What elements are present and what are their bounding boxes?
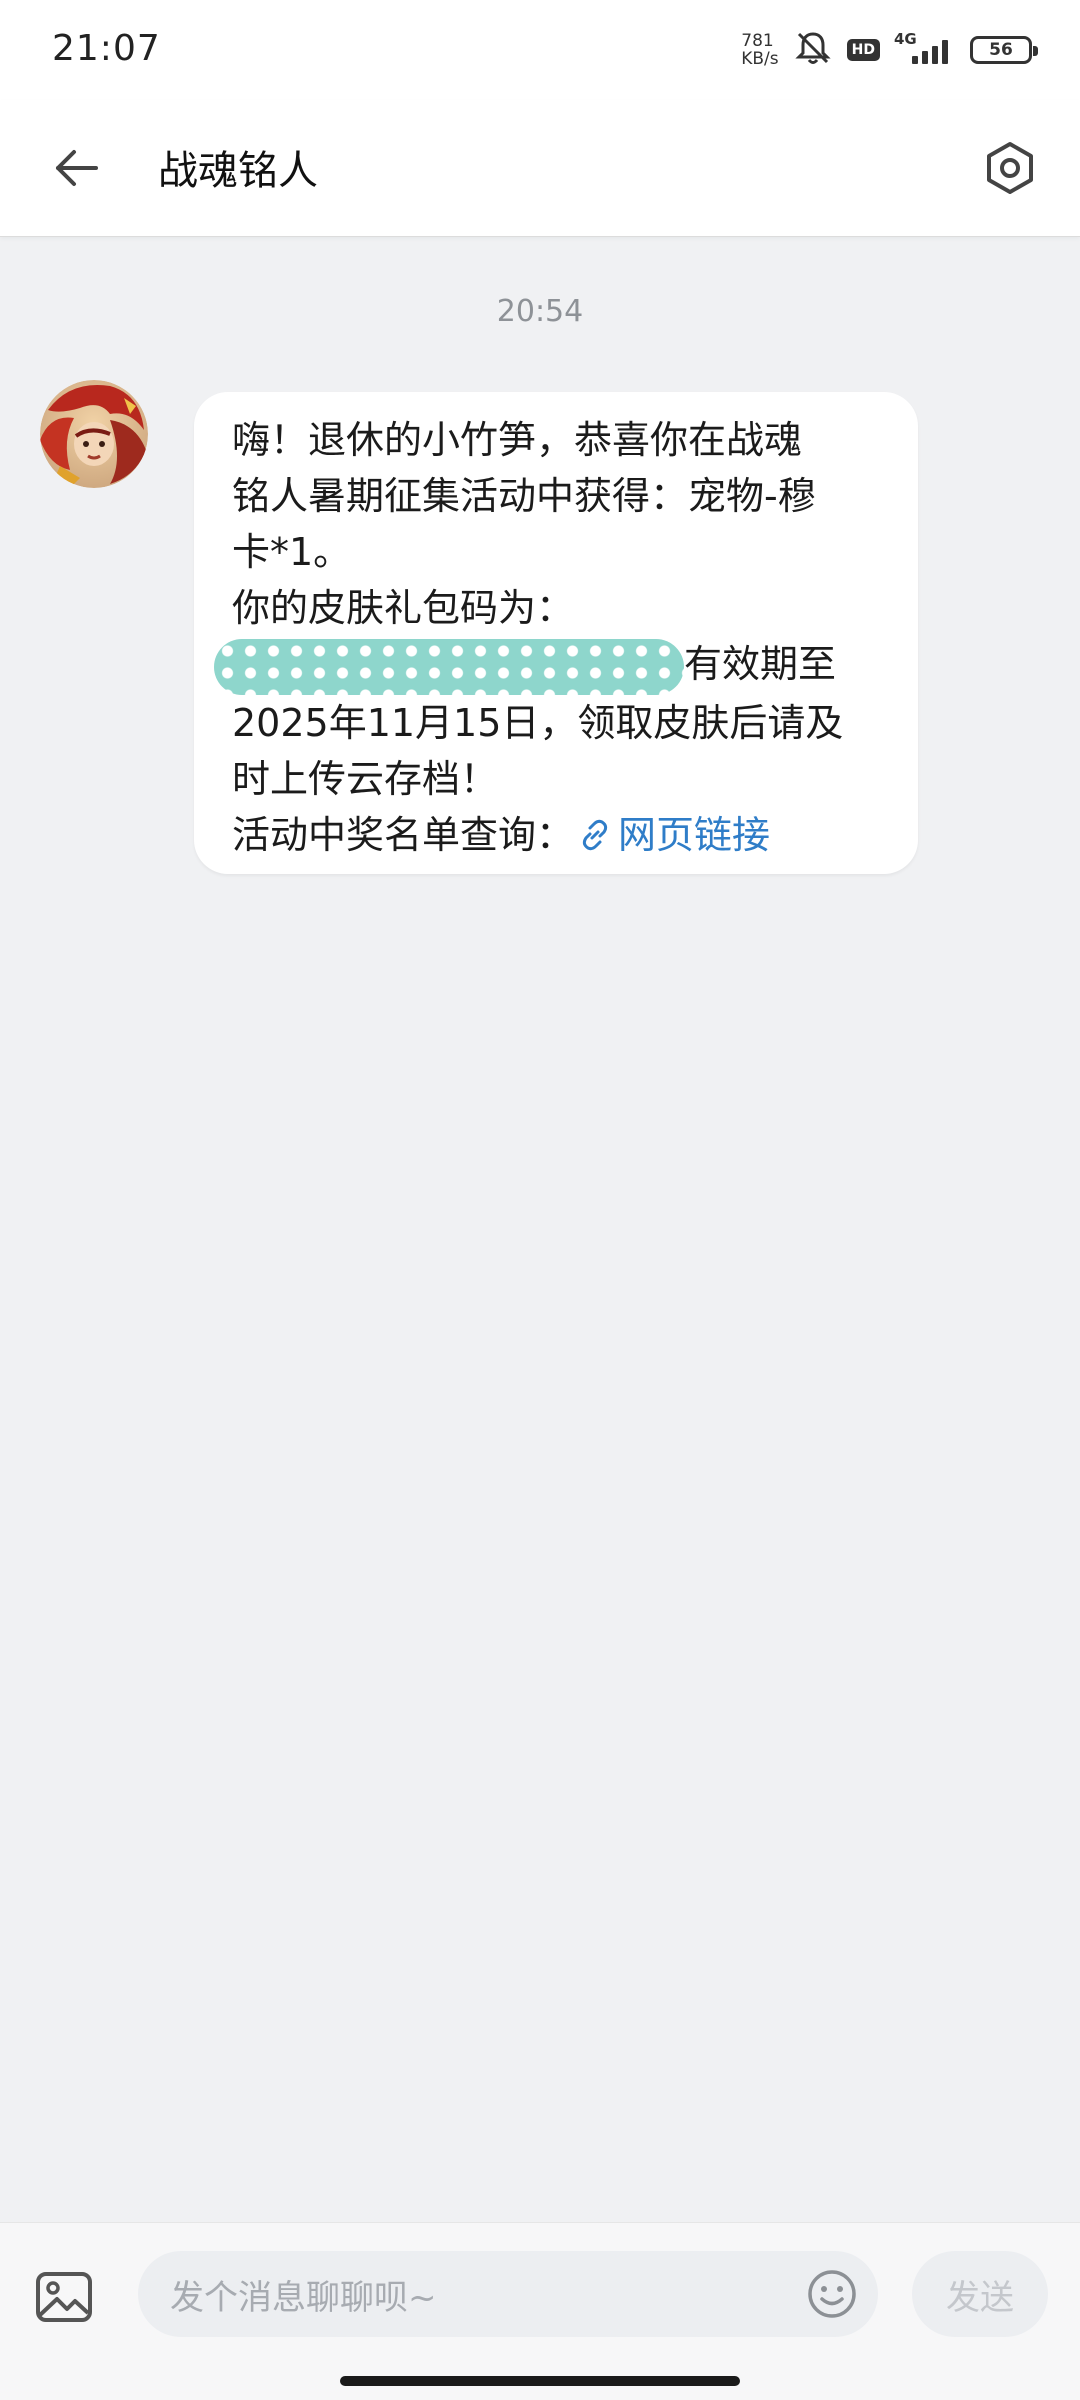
battery-icon: 56 bbox=[970, 36, 1038, 64]
emoji-button[interactable] bbox=[804, 2266, 860, 2322]
image-icon bbox=[36, 2272, 92, 2322]
status-time: 21:07 bbox=[52, 28, 161, 69]
input-bar: 发个消息聊聊呗~ 发送 bbox=[0, 2222, 1080, 2400]
status-bar: 21:07 781 KB/s HD 4G 56 bbox=[0, 0, 1080, 100]
network-speed-unit: KB/s bbox=[741, 49, 779, 69]
network-speed: 781 KB/s bbox=[741, 32, 778, 68]
web-link[interactable]: 网页链接 bbox=[574, 813, 770, 857]
back-button[interactable] bbox=[40, 132, 112, 204]
message-line: 嗨！退休的小竹笋，恭喜你在战魂 bbox=[232, 418, 803, 462]
emoji-icon bbox=[808, 2270, 856, 2318]
message-line: 铭人暑期征集活动中获得：宠物-穆 bbox=[232, 474, 816, 518]
status-icons: 781 KB/s HD 4G 56 bbox=[741, 26, 1038, 74]
image-button[interactable] bbox=[30, 2263, 98, 2331]
hd-icon: HD bbox=[846, 39, 880, 61]
message-bubble[interactable]: 嗨！退休的小竹笋，恭喜你在战魂 铭人暑期征集活动中获得：宠物-穆 卡*1。 你的… bbox=[194, 392, 918, 874]
message-line-link: 活动中奖名单查询： 网页链接 bbox=[232, 807, 878, 863]
settings-button[interactable] bbox=[974, 132, 1046, 204]
message-input-placeholder: 发个消息聊聊呗~ bbox=[170, 2277, 437, 2318]
page-title: 战魂铭人 bbox=[158, 148, 318, 194]
link-icon bbox=[582, 819, 608, 850]
web-link-label: 网页链接 bbox=[618, 812, 771, 857]
message-line: 2025年11月15日，领取皮肤后请及 bbox=[232, 700, 844, 745]
message-line: 卡*1。 bbox=[232, 530, 352, 574]
link-prefix-text: 活动中奖名单查询： bbox=[232, 812, 575, 857]
validity-text: 有效期至 bbox=[684, 642, 837, 686]
network-type: 4G bbox=[894, 30, 917, 48]
battery-level: 56 bbox=[989, 40, 1013, 60]
message-line: 你的皮肤礼包码为： bbox=[232, 586, 575, 630]
message-line: 时上传云存档！ bbox=[232, 756, 499, 801]
arrow-left-icon bbox=[56, 150, 98, 186]
message-line-code: 有效期至 bbox=[214, 636, 878, 695]
hexagon-settings-icon bbox=[987, 142, 1033, 194]
message-timestamp: 20:54 bbox=[496, 294, 584, 329]
send-button[interactable]: 发送 bbox=[912, 2251, 1048, 2337]
redacted-code bbox=[214, 638, 684, 695]
message-input[interactable]: 发个消息聊聊呗~ bbox=[138, 2251, 878, 2337]
mute-bell-icon bbox=[793, 28, 833, 72]
home-indicator[interactable] bbox=[340, 2376, 740, 2386]
chat-screen: 21:07 781 KB/s HD 4G 56 战魂铭人 20:54 嗨！退休的… bbox=[0, 0, 1080, 2400]
chat-header: 战魂铭人 bbox=[0, 100, 1080, 237]
network-speed-value: 781 bbox=[741, 31, 774, 51]
avatar[interactable] bbox=[40, 380, 148, 488]
signal-icon: 4G bbox=[894, 30, 956, 70]
